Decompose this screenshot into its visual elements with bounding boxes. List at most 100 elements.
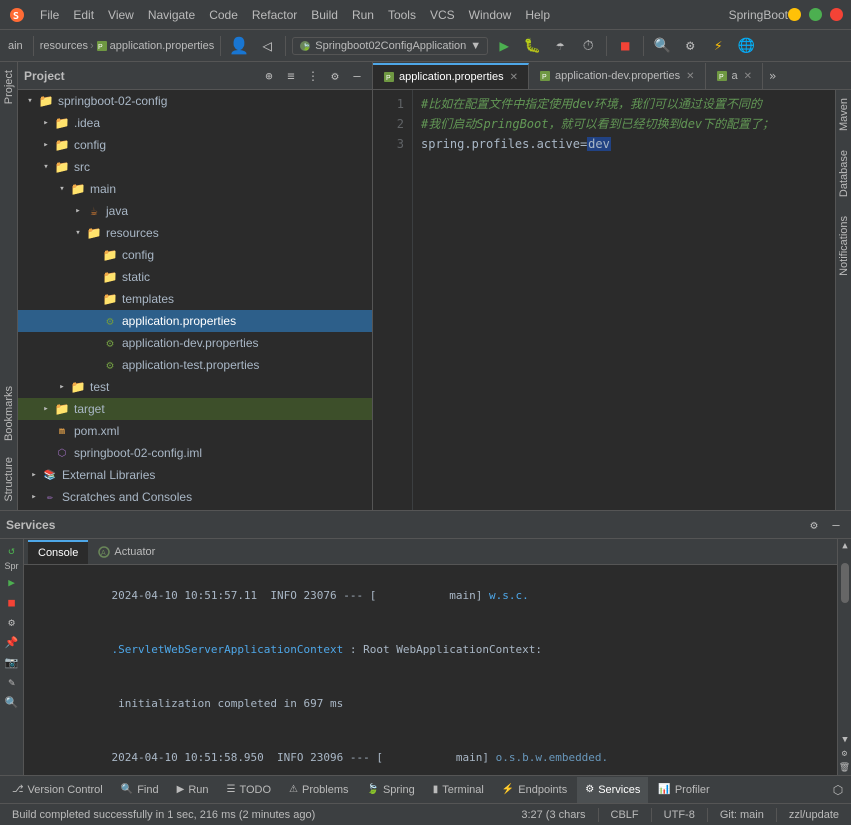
panel-btn-add[interactable]: ⊕ [260, 67, 278, 85]
menu-file[interactable]: File [34, 6, 65, 24]
toolbar-tab-find[interactable]: 🔍 Find [113, 777, 167, 803]
tree-resources[interactable]: ▾ 📁 resources [18, 222, 372, 244]
project-side-label[interactable]: Project [1, 62, 17, 112]
tree-root[interactable]: ▾ 📁 springboot-02-config [18, 90, 372, 112]
scroll-thumb[interactable] [841, 563, 849, 603]
search-button[interactable]: 🔍 [650, 34, 674, 58]
menu-window[interactable]: Window [463, 6, 518, 24]
tree-main[interactable]: ▾ 📁 main [18, 178, 372, 200]
run-button[interactable]: ▶ [492, 34, 516, 58]
tree-config-sub[interactable]: 📁 config [18, 244, 372, 266]
menu-view[interactable]: View [102, 6, 140, 24]
toolbar-btn-1[interactable]: 👤 [227, 34, 251, 58]
tree-test-props[interactable]: ⚙ application-test.properties [18, 354, 372, 376]
tree-target[interactable]: ▸ 📁 target [18, 398, 372, 420]
tab-dev-props[interactable]: P application-dev.properties ✕ [529, 63, 706, 89]
toolbar-btn-2[interactable]: ◁ [255, 34, 279, 58]
breadcrumb-file[interactable]: application.properties [110, 40, 215, 52]
code-area[interactable]: #比如在配置文件中指定使用dev环境，我们可以通过设置不同的 #我们启动Spri… [413, 90, 835, 510]
console-edit-btn[interactable]: ✎ [3, 673, 21, 691]
console-settings-btn[interactable]: ⚙ [3, 613, 21, 631]
tree-idea[interactable]: ▸ 📁 .idea [18, 112, 372, 134]
tab-overflow-button[interactable]: » [763, 63, 782, 89]
close-button[interactable] [830, 8, 843, 21]
tab-application-props[interactable]: P application.properties ✕ [373, 63, 529, 89]
services-settings-btn[interactable]: ⚙ [805, 516, 823, 534]
menu-run[interactable]: Run [346, 6, 380, 24]
toolbar-tab-services[interactable]: ⚙ Services [577, 777, 648, 803]
minimize-button[interactable] [788, 8, 801, 21]
panel-btn-sort[interactable]: ≡ [282, 67, 300, 85]
debug-button[interactable]: 🐛 [520, 34, 544, 58]
tree-templates[interactable]: 📁 templates [18, 288, 372, 310]
maven-panel-tab[interactable]: Maven [836, 90, 851, 142]
tree-static[interactable]: 📁 static [18, 266, 372, 288]
tree-config[interactable]: ▸ 📁 config [18, 134, 372, 156]
menu-vcs[interactable]: VCS [424, 6, 461, 24]
maximize-button[interactable] [809, 8, 822, 21]
coverage-button[interactable]: ☂ [548, 34, 572, 58]
run-config-selector[interactable]: 🍃 Springboot02ConfigApplication ▼ [292, 37, 488, 55]
tree-scratches[interactable]: ▸ ✏ Scratches and Consoles [18, 486, 372, 508]
menu-refactor[interactable]: Refactor [246, 6, 303, 24]
toolbar-tab-profiler[interactable]: 📊 Profiler [650, 777, 717, 803]
console-pin-btn[interactable]: 📌 [3, 633, 21, 651]
scroll-settings[interactable]: ⚙ [838, 747, 851, 761]
scroll-trash[interactable]: 🗑 [838, 761, 851, 775]
tab-actuator[interactable]: A Actuator [88, 540, 165, 564]
tree-application-props[interactable]: ⚙ application.properties [18, 310, 372, 332]
toolbar-tab-todo[interactable]: ☰ TODO [219, 777, 280, 803]
memory-status[interactable]: zzl/update [785, 809, 843, 821]
tree-test[interactable]: ▸ 📁 test [18, 376, 372, 398]
menu-navigate[interactable]: Navigate [142, 6, 201, 24]
toolbar-tab-terminal[interactable]: ▮ Terminal [425, 777, 492, 803]
database-panel-tab[interactable]: Database [836, 142, 851, 208]
encoding-status[interactable]: CBLF [607, 809, 643, 821]
menu-code[interactable]: Code [203, 6, 244, 24]
toolbar-tab-version-control[interactable]: ⎇ Version Control [4, 777, 111, 803]
structure-side-label[interactable]: Structure [1, 449, 17, 510]
tab-short[interactable]: P a ✕ [706, 63, 764, 89]
power-save-button[interactable]: ⚡ [706, 34, 730, 58]
console-camera-btn[interactable]: 📷 [3, 653, 21, 671]
tree-src[interactable]: ▾ 📁 src [18, 156, 372, 178]
git-status[interactable]: Git: main [716, 809, 768, 821]
console-refresh-btn[interactable]: ↺ [3, 541, 21, 559]
console-run-btn[interactable]: ▶ [3, 573, 21, 591]
tree-iml[interactable]: ⬡ springboot-02-config.iml [18, 442, 372, 464]
build-status[interactable]: Build completed successfully in 1 sec, 2… [8, 809, 319, 821]
toolbar-tab-endpoints[interactable]: ⚡ Endpoints [494, 777, 575, 803]
profile-button[interactable]: ⏱ [576, 34, 600, 58]
console-content[interactable]: 2024-04-10 10:51:57.11 INFO 23076 --- [ … [24, 565, 837, 775]
toolbar-tab-run[interactable]: ▶ Run [169, 777, 217, 803]
menu-help[interactable]: Help [519, 6, 556, 24]
scroll-down-btn[interactable]: ▼ [838, 733, 851, 747]
stop-button[interactable]: ■ [613, 34, 637, 58]
tree-pom[interactable]: m pom.xml [18, 420, 372, 442]
panel-btn-more[interactable]: ⋮ [304, 67, 322, 85]
chrome-button[interactable]: 🌐 [734, 34, 758, 58]
notifications-panel-tab[interactable]: Notifications [836, 208, 851, 287]
settings-gear[interactable]: ⚙ [678, 34, 702, 58]
services-minimize-btn[interactable]: — [827, 516, 845, 534]
tree-java[interactable]: ▸ ☕ java [18, 200, 372, 222]
scroll-up-btn[interactable]: ▲ [838, 539, 851, 553]
console-filter-btn[interactable]: 🔍 [3, 693, 21, 711]
menu-build[interactable]: Build [305, 6, 344, 24]
toolbar-tab-problems[interactable]: ⚠ Problems [281, 777, 356, 803]
toolbar-tab-spring[interactable]: 🍃 Spring [358, 777, 422, 803]
tree-external-libs[interactable]: ▸ 📚 External Libraries [18, 464, 372, 486]
tree-dev-props[interactable]: ⚙ application-dev.properties [18, 332, 372, 354]
console-stop-btn[interactable]: ■ [3, 593, 21, 611]
menu-tools[interactable]: Tools [382, 6, 422, 24]
panel-btn-gear[interactable]: ⚙ [326, 67, 344, 85]
tab-close-3[interactable]: ✕ [744, 71, 752, 82]
tab-console[interactable]: Console [28, 540, 88, 564]
menu-edit[interactable]: Edit [67, 6, 100, 24]
tab-close-1[interactable]: ✕ [510, 72, 518, 83]
panel-btn-close[interactable]: — [348, 67, 366, 85]
bookmarks-side-label[interactable]: Bookmarks [1, 378, 17, 449]
tab-close-2[interactable]: ✕ [686, 71, 694, 82]
expand-button[interactable]: ⬡ [829, 781, 847, 799]
breadcrumb-resources[interactable]: resources [40, 40, 88, 52]
